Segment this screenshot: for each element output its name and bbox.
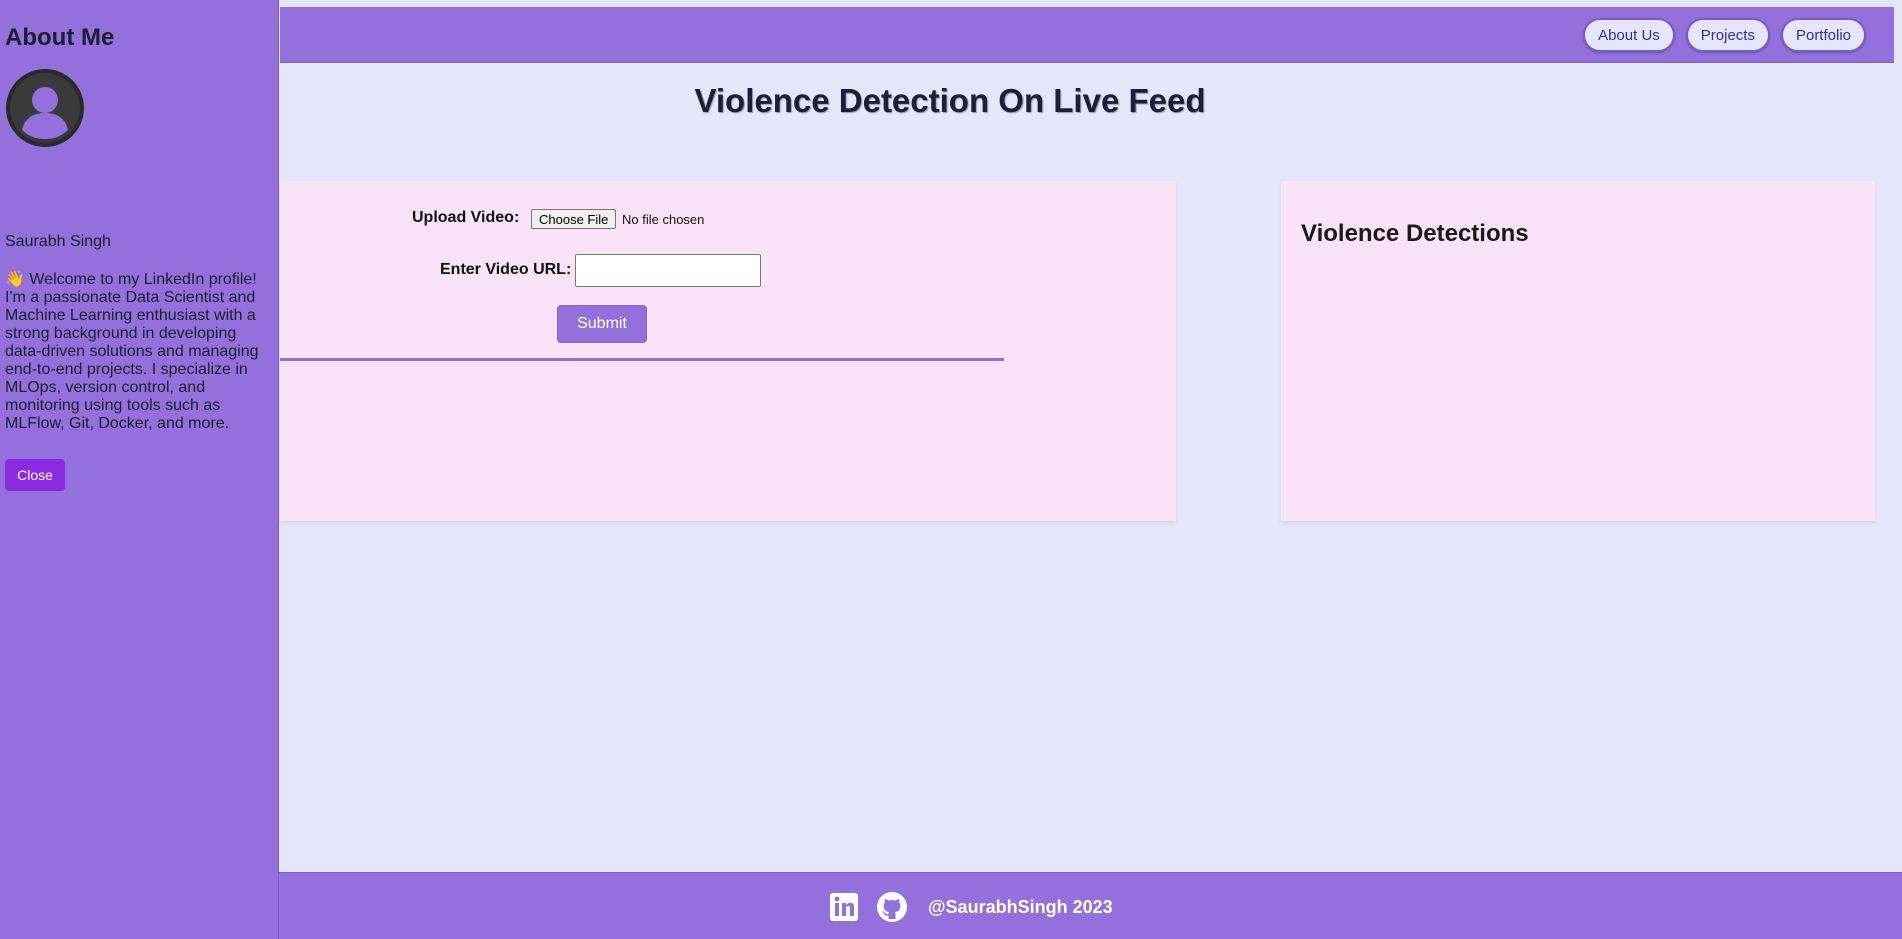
linkedin-icon[interactable] (828, 891, 860, 923)
page-title-text: Violence Detection On Live Feed (694, 82, 1206, 119)
nav-buttons: About Us Projects Portfolio (1583, 18, 1866, 52)
upload-card: Upload Video: Choose File No file chosen… (280, 181, 1176, 521)
portfolio-button[interactable]: Portfolio (1780, 18, 1866, 52)
footer: @SaurabhSingh 2023 (279, 872, 1902, 939)
page-title: Violence Detection On Live Feed (280, 82, 1620, 120)
progress-divider (280, 358, 1004, 361)
header-edge (1894, 7, 1902, 62)
video-url-input[interactable] (575, 254, 761, 287)
about-me-sidebar: About Me Saurabh Singh 👋 Welcome to my L… (0, 0, 279, 939)
detections-card: Violence Detections (1281, 181, 1875, 521)
about-us-button[interactable]: About Us (1583, 18, 1675, 52)
projects-button[interactable]: Projects (1685, 18, 1770, 52)
top-navbar: About Us Projects Portfolio (280, 7, 1894, 63)
choose-file-button[interactable]: Choose File (531, 209, 617, 229)
file-status-text: No file chosen (622, 212, 705, 227)
user-avatar-icon (6, 69, 84, 147)
profile-name: Saurabh Singh (5, 233, 111, 250)
footer-content: @SaurabhSingh 2023 (828, 891, 1113, 923)
detections-title: Violence Detections (1301, 220, 1529, 247)
submit-button[interactable]: Submit (557, 305, 647, 343)
sidebar-title: About Me (5, 24, 115, 51)
close-button[interactable]: Close (5, 459, 65, 491)
github-icon[interactable] (876, 891, 908, 923)
video-url-label: Enter Video URL: (440, 261, 572, 278)
top-strip (279, 0, 1902, 7)
upload-video-label: Upload Video: (412, 209, 520, 226)
profile-bio: 👋 Welcome to my LinkedIn profile! I'm a … (5, 271, 259, 432)
footer-copyright: @SaurabhSingh 2023 (928, 896, 1113, 917)
